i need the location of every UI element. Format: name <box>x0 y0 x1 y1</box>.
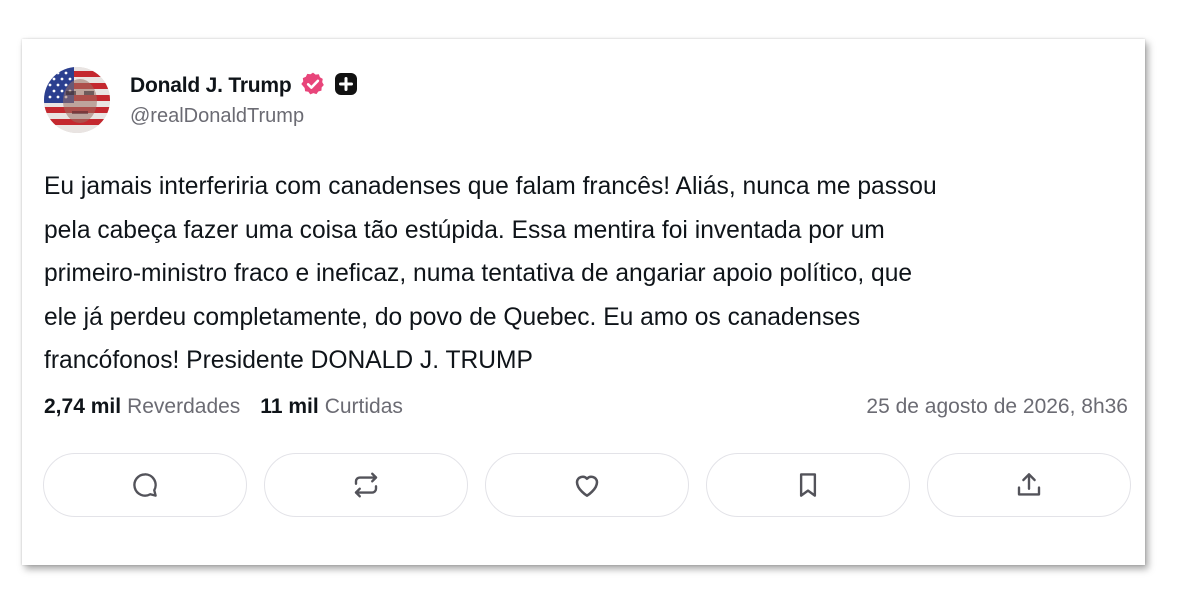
post-text-line: primeiro-ministro fraco e ineficaz, numa… <box>44 260 913 288</box>
post-stats: 2,74 mil Reverdades 11 mil Curtidas <box>44 395 403 419</box>
avatar-image <box>44 67 110 133</box>
reposts-count[interactable]: 2,74 mil <box>44 395 121 419</box>
repost-icon <box>351 470 381 500</box>
author-handle[interactable]: @realDonaldTrump <box>130 105 304 128</box>
likes-label[interactable]: Curtidas <box>325 395 403 419</box>
action-bar <box>43 453 1131 517</box>
heart-icon <box>571 469 603 501</box>
reply-button[interactable] <box>43 453 247 517</box>
reposts-label[interactable]: Reverdades <box>127 395 240 419</box>
share-button[interactable] <box>927 453 1131 517</box>
plus-badge-icon <box>334 72 358 101</box>
bookmark-button[interactable] <box>706 453 910 517</box>
verified-badge-icon <box>300 71 326 102</box>
author-display-name[interactable]: Donald J. Trump <box>130 74 292 98</box>
author-name-row: Donald J. Trump <box>130 70 358 102</box>
repost-button[interactable] <box>264 453 468 517</box>
post-card: Donald J. Trump @realDonaldTrump Eu jama… <box>22 39 1145 565</box>
likes-count[interactable]: 11 mil <box>260 395 318 419</box>
comment-icon <box>130 470 160 500</box>
bookmark-icon <box>793 470 823 500</box>
share-icon <box>1014 470 1044 500</box>
post-timestamp: 25 de agosto de 2026, 8h36 <box>866 395 1128 418</box>
post-text-line: ele já perdeu completamente, do povo de … <box>44 303 861 331</box>
like-button[interactable] <box>485 453 689 517</box>
post-text: Eu jamais interferiria com canadenses qu… <box>44 165 1134 383</box>
post-text-line: francófonos! Presidente DONALD J. TRUMP <box>44 347 533 375</box>
post-text-line: Eu jamais interferiria com canadenses qu… <box>44 173 937 200</box>
post-text-line: pela cabeça fazer uma coisa tão estúpida… <box>44 216 885 244</box>
avatar[interactable] <box>44 67 110 133</box>
